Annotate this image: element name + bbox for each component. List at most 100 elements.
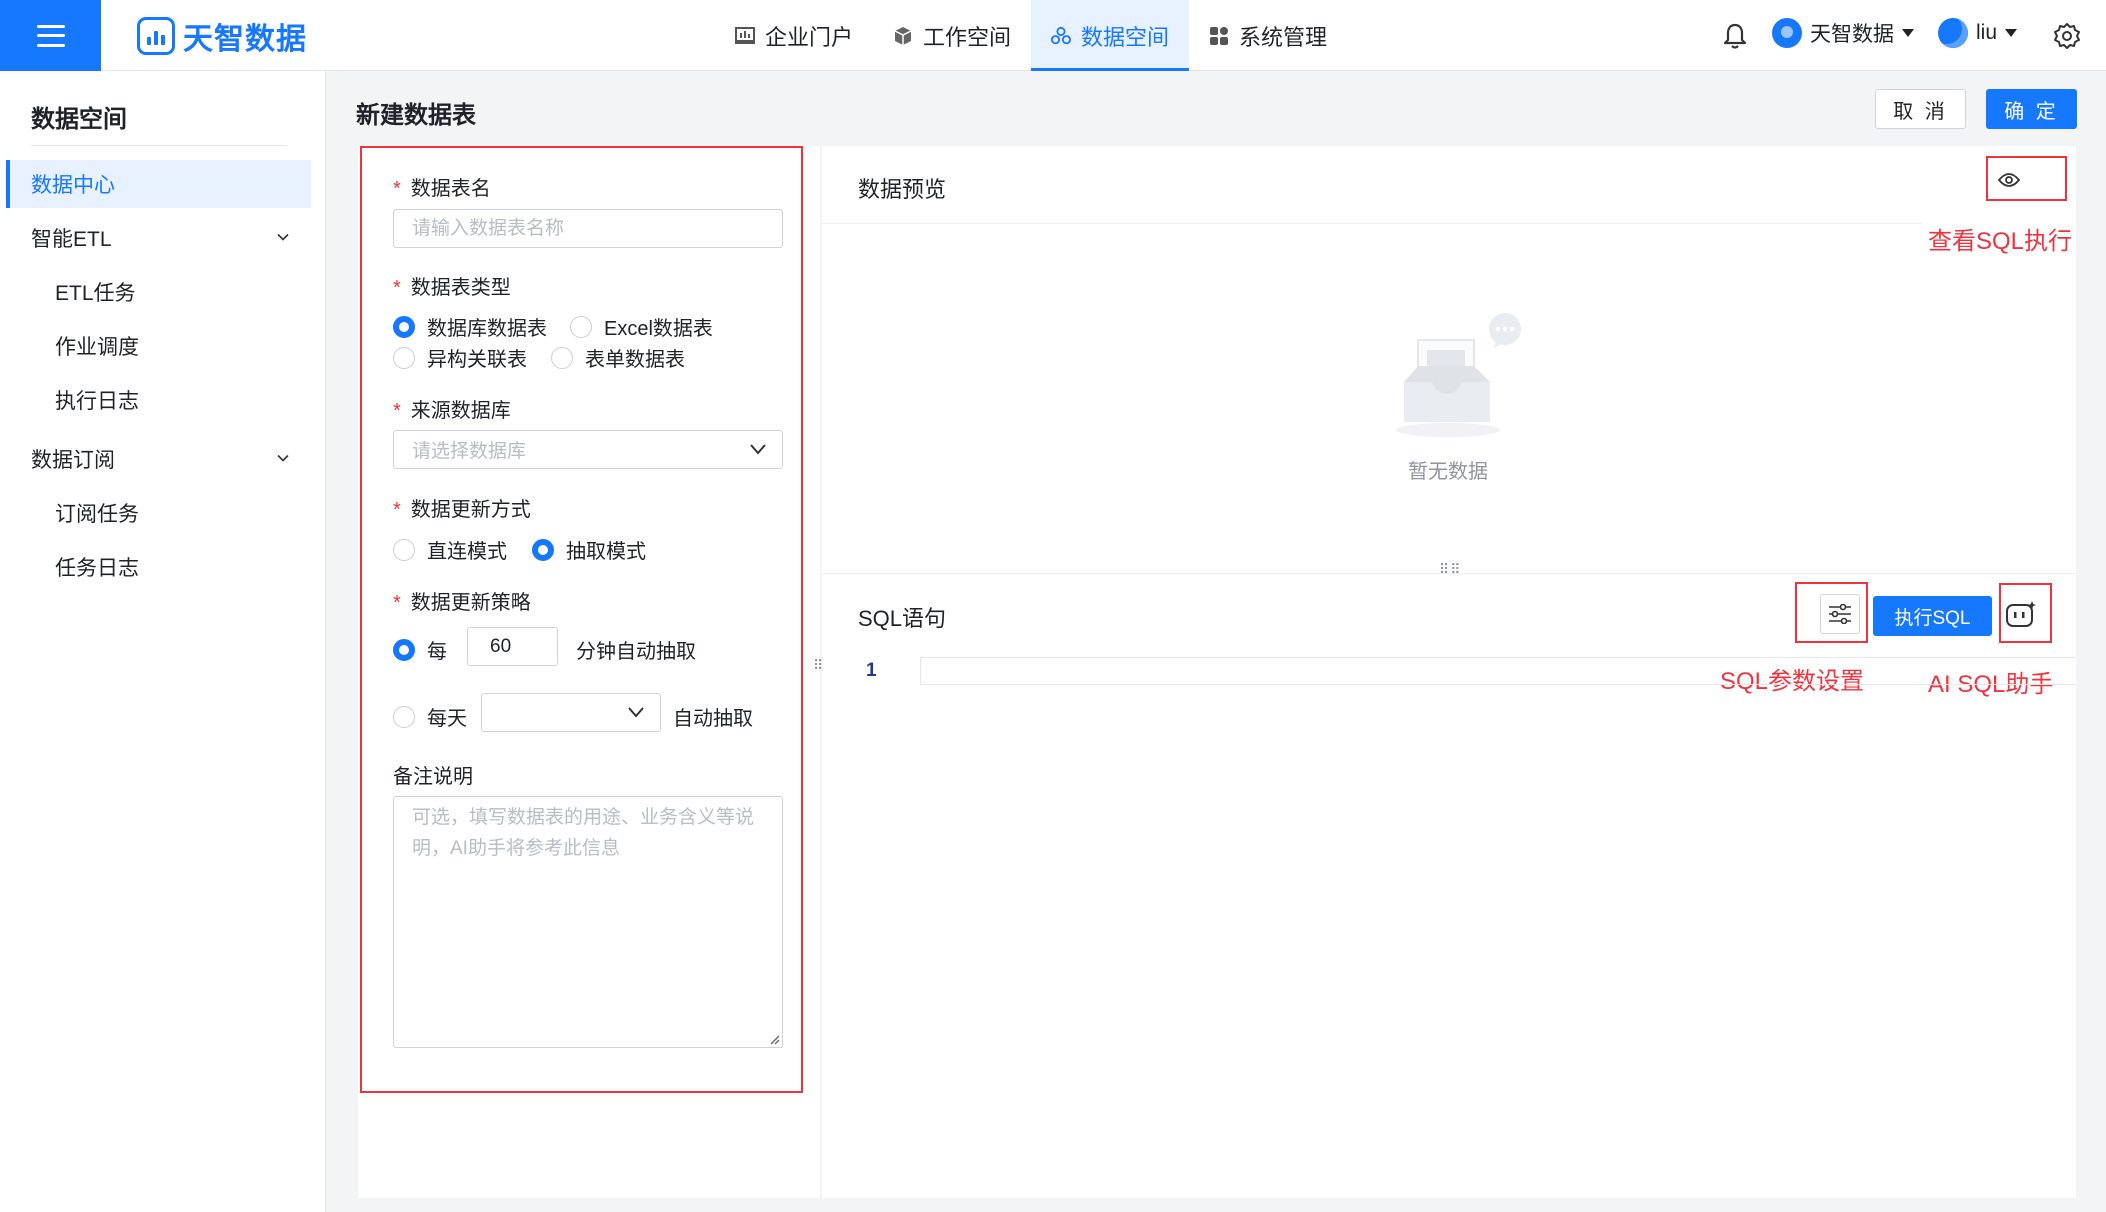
ai-robot-icon [2006,601,2036,627]
sidebar-item-label: 智能ETL [31,228,112,251]
radio-label: 表单数据表 [585,349,685,371]
radio-strategy-every[interactable]: 每 [393,635,447,664]
radio-icon [393,538,415,561]
nav-item-workspace[interactable]: 工作空间 [873,0,1031,71]
org-switcher[interactable]: 天智数据 [1772,18,1914,48]
radio-label: 直连模式 [427,541,507,563]
sidebar-item-etl-task[interactable]: ETL任务 [6,268,311,316]
user-menu[interactable]: liu [1938,18,2018,48]
radio-mode-direct[interactable]: 直连模式 [393,535,507,564]
radio-type-excel[interactable]: Excel数据表 [570,312,713,341]
view-sql-button[interactable] [1989,160,2029,200]
ai-sql-helper-button[interactable] [2001,594,2041,634]
empty-inbox-icon [1396,313,1521,437]
sliders-icon [1829,604,1851,624]
radio-label: 数据库数据表 [427,318,547,340]
nav-item-portal[interactable]: 企业门户 [715,0,873,71]
radio-strategy-daily[interactable]: 每天 [393,702,467,731]
nav-item-data-space[interactable]: 数据空间 [1031,0,1190,71]
sidebar-item-label: 订阅任务 [55,503,139,526]
radio-type-heterogeneous[interactable]: 异构关联表 [393,343,527,372]
resize-handle-icon[interactable] [768,1033,780,1045]
chevron-down-icon [628,707,644,718]
page-title: 新建数据表 [356,102,476,129]
interval-suffix: 分钟自动抽取 [576,641,696,663]
select-placeholder: 请选择数据库 [412,441,527,462]
divider [31,145,287,146]
radio-type-database[interactable]: 数据库数据表 [393,312,547,341]
divider [822,573,2076,574]
portal-icon [735,26,755,46]
daily-time-select[interactable] [481,693,661,732]
required-mark: * [393,277,401,299]
gear-icon[interactable] [2053,22,2081,50]
top-bar: 天智数据 企业门户 工作空间 数据空间 系统管理 天智数据 liu [0,0,2106,71]
radio-label: 每天 [427,708,467,730]
nav-item-label: 工作空间 [923,24,1012,50]
execute-sql-button[interactable]: 执行SQL [1873,596,1992,636]
sidebar-item-subscription-task[interactable]: 订阅任务 [6,489,311,537]
sidebar-item-exec-log[interactable]: 执行日志 [6,376,311,424]
sql-editor[interactable] [920,657,2076,685]
line-number: 1 [866,660,877,681]
sql-title: SQL语句 [858,606,947,631]
sidebar-item-data-center[interactable]: 数据中心 [6,160,311,208]
source-db-select[interactable]: 请选择数据库 [393,430,783,469]
user-name: liu [1976,21,1998,44]
hamburger-icon [36,24,65,47]
radio-type-form[interactable]: 表单数据表 [551,343,685,372]
sidebar-title: 数据空间 [31,106,127,133]
remark-textarea[interactable] [393,796,783,1048]
radio-label: 抽取模式 [566,541,646,563]
radio-label: 异构关联表 [427,349,527,371]
split-resize-handle[interactable]: ⠿⠿ [1439,562,1462,576]
sidebar-item-label: 数据中心 [31,174,115,197]
top-navigation: 企业门户 工作空间 数据空间 系统管理 [715,0,1347,71]
nav-item-system[interactable]: 系统管理 [1189,0,1347,71]
logo-icon [137,17,175,55]
grid-icon [1209,26,1229,46]
app-logo[interactable]: 天智数据 [137,15,307,57]
sidebar-item-smart-etl[interactable]: 智能ETL [6,214,311,262]
required-mark: * [393,400,401,422]
sidebar-item-label: 执行日志 [55,390,139,413]
radio-icon [393,346,415,369]
caret-down-icon [1902,29,1914,37]
avatar [1938,18,1968,48]
label-text: 来源数据库 [410,400,511,422]
bell-icon[interactable] [1722,22,1748,50]
eye-icon [1998,173,2020,187]
sidebar-item-label: 数据订阅 [31,449,115,472]
sql-params-button[interactable] [1820,594,1860,634]
label-text: 数据表名 [410,178,491,200]
table-type-label: * 数据表类型 [393,271,511,300]
empty-state-text: 暂无数据 [1408,461,1488,483]
update-mode-label: * 数据更新方式 [393,493,531,522]
menu-toggle-button[interactable] [0,0,101,71]
org-avatar-icon [1772,18,1802,48]
interval-minutes-input[interactable]: 60 [467,627,558,666]
update-strategy-label: * 数据更新策略 [393,586,531,615]
sidebar-item-job-schedule[interactable]: 作业调度 [6,322,311,370]
chevron-down-icon [277,454,289,462]
required-mark: * [393,499,401,521]
sidebar-item-label: 任务日志 [55,557,139,580]
table-name-input[interactable] [393,209,783,248]
confirm-button[interactable]: 确 定 [1986,89,2077,129]
radio-mode-extract[interactable]: 抽取模式 [532,535,646,564]
sidebar-item-data-subscription[interactable]: 数据订阅 [6,435,311,483]
data-cluster-icon [1051,26,1072,46]
cancel-button[interactable]: 取 消 [1875,89,1966,129]
cube-icon [893,26,913,46]
table-name-label: * 数据表名 [393,172,491,201]
label-text: 数据更新方式 [410,499,531,521]
sidebar-item-label: 作业调度 [55,336,139,359]
sidebar-item-task-log[interactable]: 任务日志 [6,543,311,591]
left-resize-handle[interactable]: ⠿ [813,658,824,672]
radio-label: 每 [427,641,447,663]
caret-down-icon [2005,29,2018,37]
label-text: 数据更新策略 [410,592,531,614]
nav-item-label: 数据空间 [1081,24,1170,50]
sidebar-item-label: ETL任务 [55,282,136,305]
radio-icon [551,346,573,369]
